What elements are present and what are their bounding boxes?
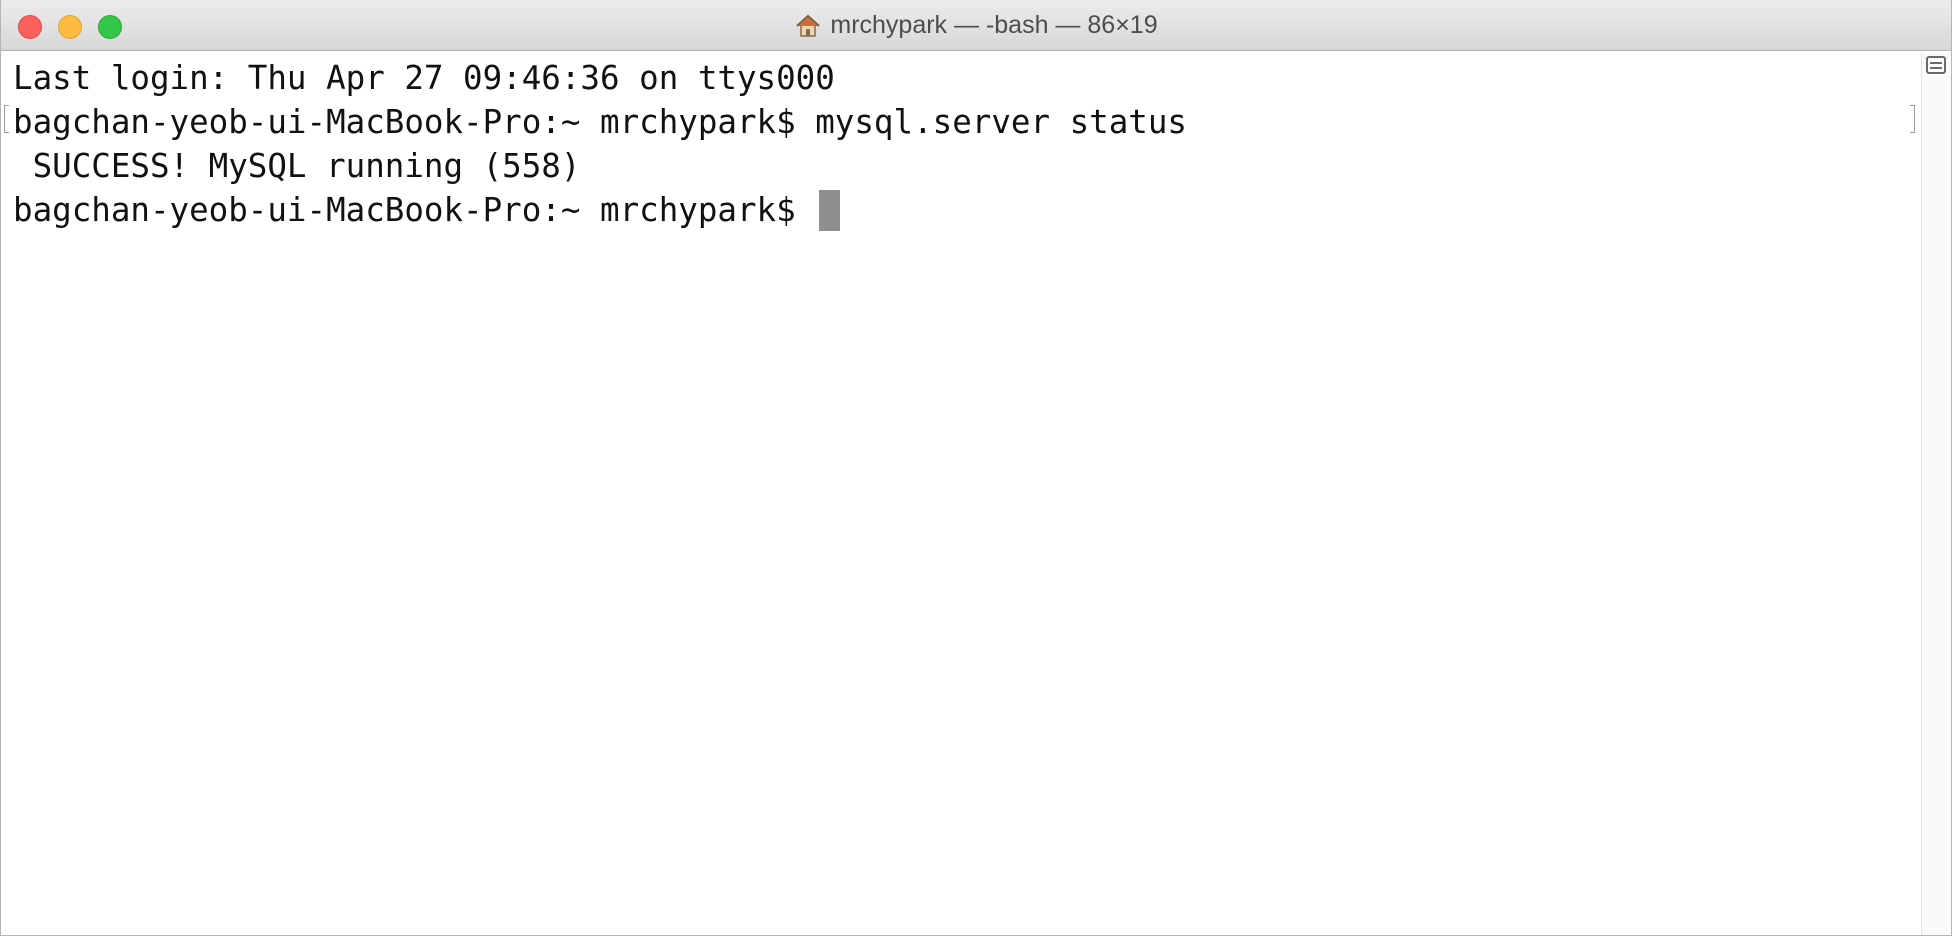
- terminal-line-2: bagchan-yeob-ui-MacBook-Pro:~ mrchypark$…: [13, 103, 1187, 141]
- terminal-line-3: SUCCESS! MySQL running (558): [13, 147, 581, 185]
- terminal-prompt: bagchan-yeob-ui-MacBook-Pro:~ mrchypark$: [13, 191, 816, 229]
- home-icon: [796, 14, 821, 37]
- terminal-prompt-line[interactable]: bagchan-yeob-ui-MacBook-Pro:~ mrchypark$: [13, 188, 1913, 232]
- selection-bracket-left: [4, 105, 9, 133]
- terminal-content[interactable]: Last login: Thu Apr 27 09:46:36 on ttys0…: [1, 52, 1913, 935]
- window-title: mrchypark — -bash — 86×19: [830, 11, 1158, 39]
- split-pane-icon[interactable]: [1926, 56, 1946, 74]
- terminal-window: mrchypark — -bash — 86×19 Last login: Th…: [0, 0, 1952, 936]
- window-title-container: mrchypark — -bash — 86×19: [1, 0, 1951, 51]
- title-bar[interactable]: mrchypark — -bash — 86×19: [1, 0, 1951, 51]
- terminal-line-1: Last login: Thu Apr 27 09:46:36 on ttys0…: [13, 59, 835, 97]
- text-cursor: [819, 189, 841, 231]
- selection-bracket-right: [1910, 105, 1915, 133]
- vertical-scrollbar[interactable]: [1921, 52, 1951, 935]
